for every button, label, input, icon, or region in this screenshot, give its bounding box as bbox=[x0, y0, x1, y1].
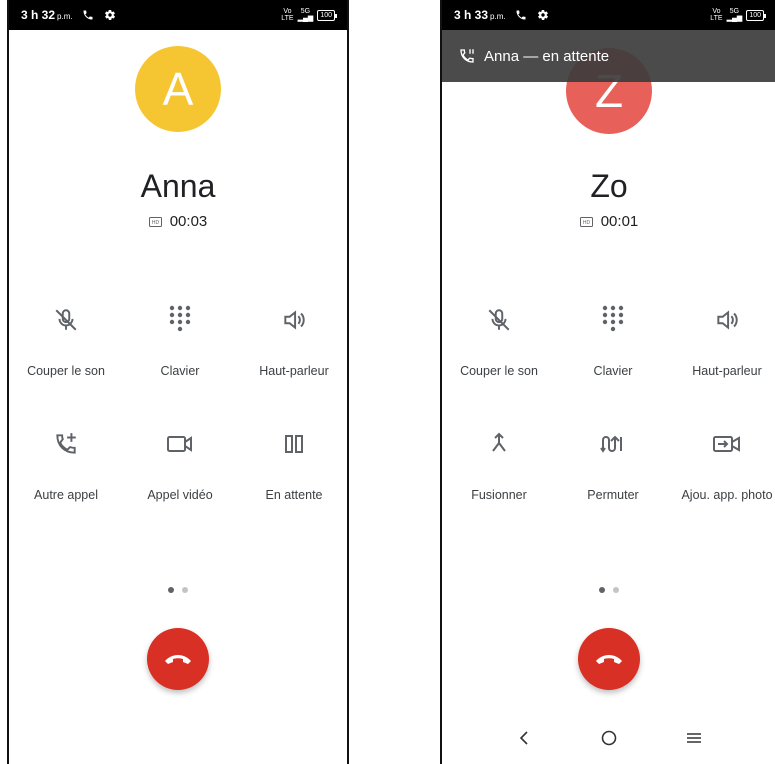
caller-name: Zo bbox=[590, 168, 628, 204]
nav-back-button[interactable] bbox=[509, 723, 539, 753]
status-time: 3 h 32 p.m. bbox=[21, 8, 73, 22]
system-nav-bar bbox=[442, 712, 775, 764]
page-dot-active bbox=[168, 587, 174, 593]
phone-call-icon bbox=[81, 8, 95, 22]
caller-name: Anna bbox=[140, 168, 216, 204]
hold-button[interactable]: En attente bbox=[237, 424, 347, 502]
svg-text:HD: HD bbox=[583, 220, 591, 226]
swap-icon bbox=[600, 435, 622, 453]
merge-button[interactable]: Fusionner bbox=[442, 424, 556, 502]
page-dot-active bbox=[599, 587, 605, 593]
mic-off-icon bbox=[55, 309, 77, 331]
dialpad-icon bbox=[602, 305, 624, 332]
hd-voice-icon: HD bbox=[579, 216, 593, 227]
add-camera-label: Ajou. app. photo bbox=[681, 488, 773, 502]
svg-text:HD: HD bbox=[152, 220, 160, 226]
nav-home-button[interactable] bbox=[594, 723, 624, 753]
hang-up-icon bbox=[596, 655, 622, 664]
end-call-button[interactable] bbox=[147, 628, 209, 690]
mute-button[interactable]: Couper le son bbox=[442, 300, 556, 378]
signal-icon: 5G ▂▄▆ bbox=[297, 8, 314, 22]
caller-avatar: A bbox=[135, 46, 221, 132]
mute-label: Couper le son bbox=[27, 364, 105, 378]
phone-call-icon bbox=[514, 8, 528, 22]
video-call-button[interactable]: Appel vidéo bbox=[123, 424, 237, 502]
dialpad-icon bbox=[169, 305, 191, 332]
swap-label: Permuter bbox=[587, 488, 639, 502]
status-bar: 3 h 33 p.m. Vo LTE 5G ▂▄▆ 100 bbox=[442, 0, 775, 30]
network-indicator: Vo LTE bbox=[281, 8, 294, 22]
swap-button[interactable]: Permuter bbox=[556, 424, 670, 502]
call-timer: HD 00:01 bbox=[442, 213, 775, 230]
settings-gear-icon bbox=[103, 8, 117, 22]
dialpad-label: Clavier bbox=[593, 364, 633, 378]
status-time: 3 h 33 p.m. bbox=[454, 8, 506, 22]
network-indicator: Vo LTE bbox=[710, 8, 723, 22]
status-bar: 3 h 32 p.m. Vo LTE 5G ▂▄▆ 100 bbox=[9, 0, 347, 30]
add-call-icon bbox=[56, 433, 76, 454]
page-dot bbox=[613, 587, 619, 593]
add-camera-button[interactable]: Ajou. app. photo bbox=[670, 424, 775, 502]
speaker-icon bbox=[717, 310, 738, 330]
merge-label: Fusionner bbox=[471, 488, 527, 502]
mute-label: Couper le son bbox=[460, 364, 538, 378]
home-circle-icon bbox=[601, 730, 617, 746]
phone-screen-active-call: 3 h 32 p.m. Vo LTE 5G ▂▄▆ 100 A Anna HD 00:… bbox=[7, 0, 349, 764]
speaker-button[interactable]: Haut-parleur bbox=[670, 300, 775, 378]
mic-off-icon bbox=[488, 309, 510, 331]
back-chevron-icon bbox=[520, 731, 528, 745]
mute-button[interactable]: Couper le son bbox=[9, 300, 123, 378]
page-dot bbox=[182, 587, 188, 593]
hd-voice-icon: HD bbox=[148, 216, 162, 227]
merge-icon bbox=[492, 432, 506, 452]
battery-indicator: 100 bbox=[317, 9, 337, 21]
pause-icon bbox=[285, 435, 303, 453]
avatar-letter: A bbox=[162, 63, 194, 115]
call-on-hold-icon bbox=[460, 49, 474, 63]
dialpad-button[interactable]: Clavier bbox=[123, 300, 237, 378]
nav-recents-button[interactable] bbox=[679, 723, 709, 753]
add-camera-icon bbox=[713, 436, 740, 452]
menu-lines-icon bbox=[686, 733, 701, 743]
speaker-label: Haut-parleur bbox=[259, 364, 329, 378]
add-call-label: Autre appel bbox=[34, 488, 98, 502]
add-call-button[interactable]: Autre appel bbox=[9, 424, 123, 502]
call-duration: 00:03 bbox=[169, 213, 208, 230]
hang-up-icon bbox=[165, 655, 191, 664]
speaker-button[interactable]: Haut-parleur bbox=[237, 300, 347, 378]
speaker-icon bbox=[284, 310, 305, 330]
battery-indicator: 100 bbox=[746, 9, 766, 21]
videocam-icon bbox=[167, 436, 192, 452]
dialpad-label: Clavier bbox=[160, 364, 200, 378]
call-duration: 00:01 bbox=[600, 213, 639, 230]
page-indicator bbox=[9, 587, 347, 593]
on-hold-text: Anna — en attente bbox=[484, 47, 610, 65]
settings-gear-icon bbox=[536, 8, 550, 22]
call-timer: HD 00:03 bbox=[9, 213, 347, 230]
signal-icon: 5G ▂▄▆ bbox=[726, 8, 743, 22]
video-call-label: Appel vidéo bbox=[147, 488, 213, 502]
phone-screen-second-call: 3 h 33 p.m. Vo LTE 5G ▂▄▆ 100 Anna — en att… bbox=[440, 0, 775, 764]
page-indicator bbox=[442, 587, 775, 593]
end-call-button[interactable] bbox=[578, 628, 640, 690]
hold-label: En attente bbox=[265, 488, 323, 502]
on-hold-banner[interactable]: Anna — en attente bbox=[442, 30, 775, 82]
dialpad-button[interactable]: Clavier bbox=[556, 300, 670, 378]
speaker-label: Haut-parleur bbox=[692, 364, 762, 378]
